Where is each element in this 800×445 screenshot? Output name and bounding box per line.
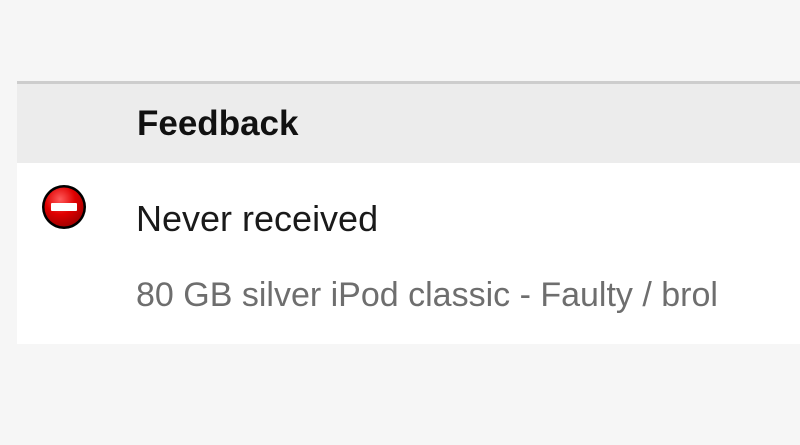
item-title-link[interactable]: 80 GB silver iPod classic - Faulty / bro… xyxy=(136,278,718,312)
feedback-column-header: Feedback xyxy=(137,104,299,143)
table-header-row: Feedback xyxy=(17,84,800,163)
feedback-table: Feedback Never received 80 GB silver iPo… xyxy=(17,81,800,344)
negative-feedback-icon xyxy=(40,183,88,231)
feedback-comment: Never received xyxy=(136,198,379,239)
table-row: Never received 80 GB silver iPod classic… xyxy=(17,163,800,344)
